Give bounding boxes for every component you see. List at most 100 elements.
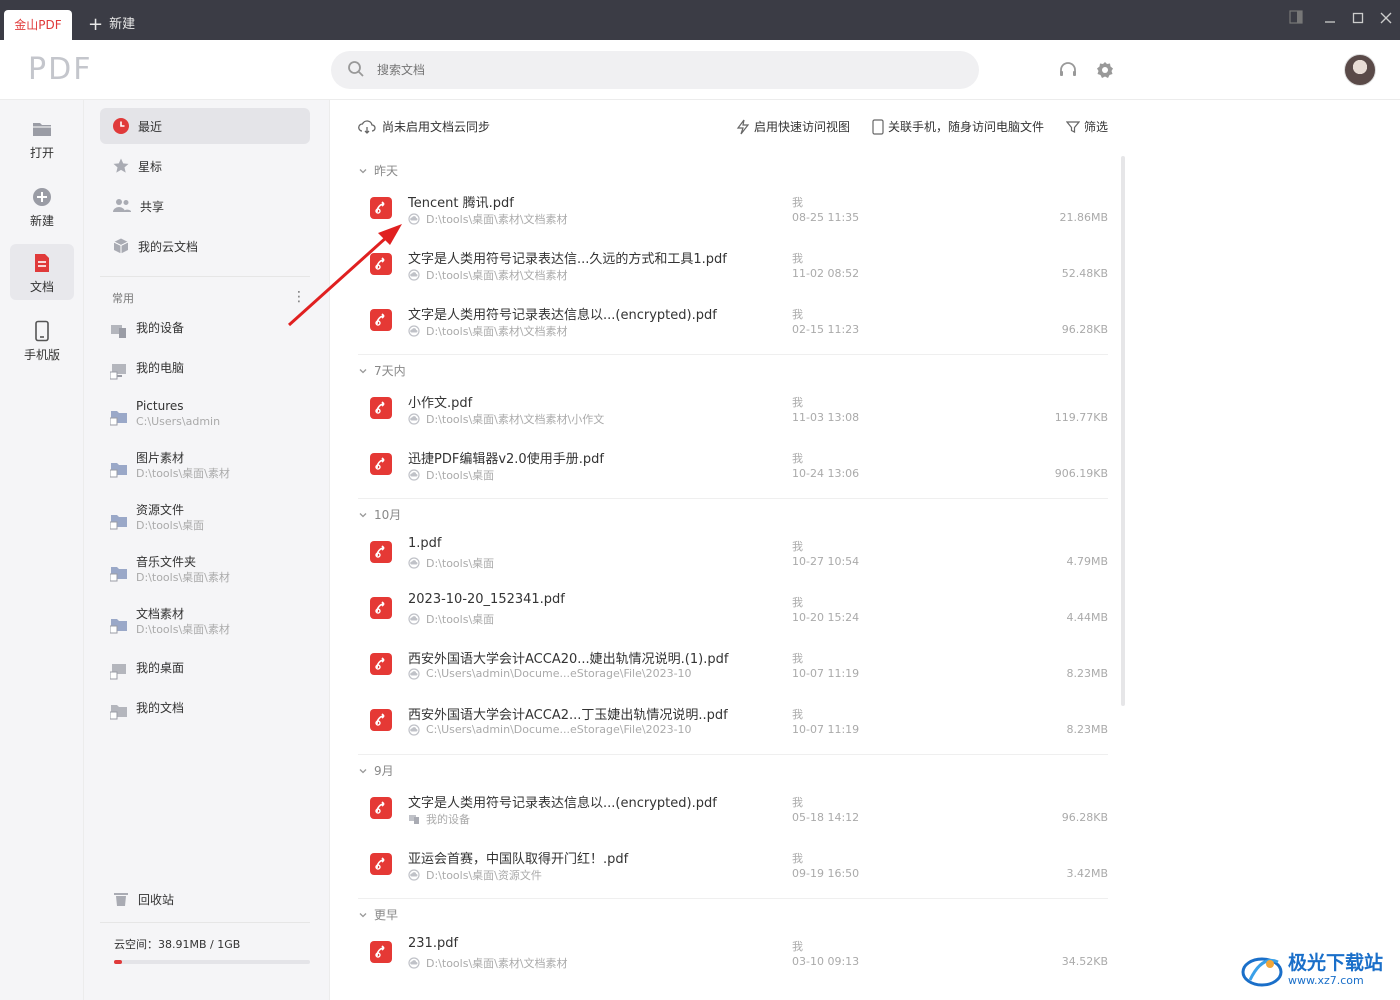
new-tab-label: 新建 — [109, 17, 136, 32]
nav-item-trash[interactable]: 回收站 — [100, 881, 310, 917]
tab-kingsoft-pdf[interactable]: 金山PDF — [4, 10, 72, 40]
file-row[interactable]: 文字是人类用符号记录表达信...久远的方式和工具1.pdf D:\tools\桌面… — [358, 240, 1108, 296]
group-header[interactable]: 7天内 — [358, 362, 406, 379]
computer-icon — [110, 364, 126, 380]
device-item[interactable]: 音乐文件夹 D:\tools\桌面\素材 — [110, 554, 320, 586]
file-name: 文字是人类用符号记录表达信息以...(encrypted).pdf — [408, 796, 717, 811]
desktop-icon — [110, 664, 126, 680]
folder-shortcut-icon — [110, 619, 127, 634]
file-row[interactable]: 2023-10-20_152341.pdf D:\tools\桌面 我 10-20 1… — [358, 584, 1108, 640]
file-owner: 我 — [792, 940, 803, 953]
site-watermark: 极光下载站 www.xz7.com — [1240, 945, 1396, 995]
device-item[interactable]: Pictures C:\Users\admin — [110, 398, 320, 430]
scrollbar[interactable] — [1121, 156, 1125, 706]
maximize-icon[interactable] — [1348, 10, 1368, 30]
storage-progress-fill — [114, 960, 122, 964]
filter-button[interactable]: 筛选 — [1065, 118, 1108, 135]
device-path: D:\tools\桌面\素材 — [136, 571, 230, 584]
file-row[interactable]: 亚运会首赛，中国队取得开门红！.pdf D:\tools\桌面\资源文件 我 09-1… — [358, 840, 1108, 896]
documents-folder-icon — [110, 705, 127, 720]
file-name: 西安外国语大学会计ACCA20...婕出轨情况说明.(1).pdf — [408, 652, 729, 667]
nav-item-shared[interactable]: 共享 — [100, 188, 310, 224]
group-label-text: 7天内 — [374, 364, 406, 378]
file-name: 文字是人类用符号记录表达信息以...(encrypted).pdf — [408, 308, 717, 323]
group-divider — [358, 354, 1108, 355]
file-owner: 我 — [792, 196, 803, 209]
rail-open[interactable]: 打开 — [10, 110, 74, 166]
nav-item-starred[interactable]: 星标 — [100, 148, 310, 184]
device-name: 我的设备 — [136, 321, 185, 335]
device-item[interactable]: 我的文档 — [110, 700, 320, 720]
group-header[interactable]: 10月 — [358, 506, 401, 523]
cloud-sync-status[interactable]: 尚未启用文档云同步 — [358, 118, 490, 135]
file-row[interactable]: 文字是人类用符号记录表达信息以...(encrypted).pdf D:\tool… — [358, 296, 1108, 352]
avatar[interactable] — [1344, 54, 1376, 86]
nav-item-recent[interactable]: 最近 — [100, 108, 310, 144]
more-options-icon[interactable]: ⋮ — [292, 290, 306, 304]
device-item[interactable]: 我的桌面 — [110, 660, 320, 680]
file-row[interactable]: 1.pdf D:\tools\桌面 我 10-27 10:54 4.79MB — [358, 528, 1108, 584]
file-name: 西安外国语大学会计ACCA2...丁玉婕出轨情况说明..pdf — [408, 708, 728, 723]
file-path: C:\Users\admin\Docume...eStorage\File\20… — [426, 667, 692, 680]
file-row[interactable]: Tencent 腾讯.pdf D:\tools\桌面\素材\文档素材 我 08-25 … — [358, 184, 1108, 240]
nav-item-cloud-docs[interactable]: 我的云文档 — [100, 228, 310, 264]
pdf-file-icon — [370, 709, 392, 731]
file-path: D:\tools\桌面\素材\文档素材 — [426, 325, 568, 338]
file-row[interactable]: 231.pdf D:\tools\桌面\素材\文档素材 我 03-10 09:13 34… — [358, 928, 1108, 984]
cloud-off-icon — [408, 557, 420, 569]
device-item[interactable]: 我的电脑 — [110, 360, 320, 380]
pdf-file-icon — [370, 253, 392, 275]
headset-icon[interactable] — [1058, 60, 1078, 80]
cloud-off-icon — [408, 667, 420, 680]
minimize-icon[interactable] — [1320, 10, 1340, 30]
gear-icon[interactable] — [1095, 60, 1115, 80]
group-header[interactable]: 昨天 — [358, 162, 398, 179]
clock-icon — [113, 118, 129, 134]
device-item[interactable]: 文档素材 D:\tools\桌面\素材 — [110, 606, 320, 638]
link-phone-button[interactable]: 关联手机，随身访问电脑文件 — [872, 118, 1044, 135]
folder-shortcut-icon — [110, 567, 127, 582]
file-row[interactable]: 西安外国语大学会计ACCA2...丁玉婕出轨情况说明..pdf C:\Users\… — [358, 696, 1108, 752]
file-name: Tencent 腾讯.pdf — [408, 196, 514, 211]
file-path: D:\tools\桌面\素材\文档素材\小作文 — [426, 413, 605, 426]
filter-label: 筛选 — [1083, 120, 1108, 134]
search-input[interactable] — [377, 59, 957, 81]
file-modified-time: 10-27 10:54 — [792, 555, 860, 568]
file-size: 52.48KB — [1061, 267, 1108, 280]
nav-panel: 最近 星标 共享 我的云文档 常用 ⋮ 我的设备 我的电脑 Pictures C:… — [84, 100, 330, 1000]
quick-view-button[interactable]: 启用快速访问视图 — [736, 118, 850, 135]
file-path: D:\tools\桌面 — [426, 557, 495, 570]
file-modified-time: 11-02 08:52 — [792, 267, 860, 280]
device-icon — [111, 325, 126, 338]
watermark-logo-icon — [1241, 957, 1283, 987]
cloud-off-icon — [408, 469, 420, 481]
close-icon[interactable] — [1376, 10, 1396, 30]
file-row[interactable]: 西安外国语大学会计ACCA20...婕出轨情况说明.(1).pdf C:\User… — [358, 640, 1108, 696]
search-box[interactable] — [331, 51, 979, 89]
device-name: 音乐文件夹 — [136, 555, 197, 569]
file-size: 4.44MB — [1066, 611, 1108, 624]
file-row[interactable]: 小作文.pdf D:\tools\桌面\素材\文档素材\小作文 我 11-03 13:… — [358, 384, 1108, 440]
phone-icon — [35, 320, 49, 342]
file-modified-time: 03-10 09:13 — [792, 955, 860, 968]
device-item[interactable]: 资源文件 D:\tools\桌面 — [110, 502, 320, 534]
star-icon — [113, 158, 129, 173]
new-tab-button[interactable]: + 新建 — [88, 10, 135, 40]
device-item[interactable]: 图片素材 D:\tools\桌面\素材 — [110, 450, 320, 482]
rail-documents[interactable]: 文档 — [10, 244, 74, 300]
device-item[interactable]: 我的设备 — [110, 320, 320, 340]
rail-mobile[interactable]: 手机版 — [10, 312, 74, 368]
file-size: 96.28KB — [1061, 323, 1108, 336]
file-modified-time: 05-18 14:12 — [792, 811, 860, 824]
group-header[interactable]: 9月 — [358, 762, 394, 779]
chevron-down-icon — [359, 168, 367, 173]
file-row[interactable]: 文字是人类用符号记录表达信息以...(encrypted).pdf 我的设备 我 05… — [358, 784, 1108, 840]
tablet-mode-icon[interactable] — [1286, 10, 1306, 30]
file-row[interactable]: 迅捷PDF编辑器v2.0使用手册.pdf D:\tools\桌面 我 10-24 13… — [358, 440, 1108, 496]
file-modified-time: 08-25 11:35 — [792, 211, 860, 224]
file-path: D:\tools\桌面\资源文件 — [426, 869, 542, 882]
group-header[interactable]: 更早 — [358, 906, 398, 923]
cloud-box-icon — [113, 238, 129, 254]
rail-new[interactable]: 新建 — [10, 178, 74, 234]
file-path: C:\Users\admin\Docume...eStorage\File\20… — [426, 723, 692, 736]
